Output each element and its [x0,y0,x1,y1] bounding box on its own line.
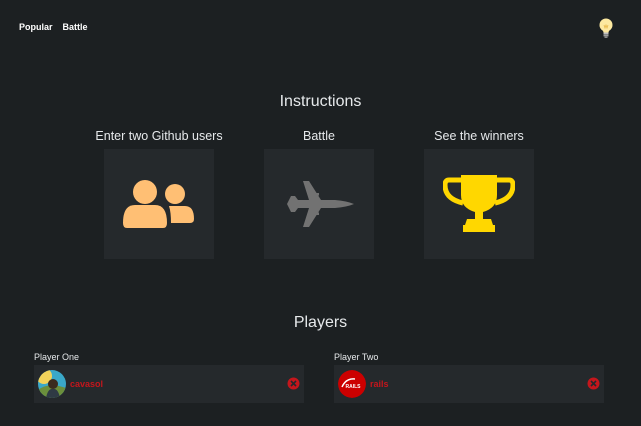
lightbulb-icon[interactable] [597,17,615,39]
player-two-panel: Player Two RAILS rails [334,352,604,403]
nav-popular-link[interactable]: Popular [19,22,53,32]
player-two-avatar: RAILS [338,370,366,398]
player-two-username-link[interactable]: rails [370,379,389,389]
close-circle-icon[interactable] [287,377,300,390]
step-label: Battle [303,129,335,143]
player-one-panel: Player One cavasol [34,352,304,403]
step-battle: Battle [239,129,399,259]
step-card [104,149,214,259]
player-one-label: Player One [34,352,80,362]
rails-logo-text: RAILS [346,384,362,390]
player-one-avatar [38,370,66,398]
step-label: See the winners [434,129,524,143]
players-title: Players [293,314,348,331]
users-icon [123,180,194,228]
nav-battle-link[interactable]: Battle [63,22,88,32]
player-two-label: Player Two [334,352,379,362]
player-two-card: RAILS rails [334,365,604,403]
step-enter-users: Enter two Github users [79,129,239,259]
instructions-title: Instructions [279,93,362,110]
top-nav: Popular Battle [19,22,88,32]
close-circle-icon[interactable] [587,377,600,390]
step-label: Enter two Github users [95,129,223,143]
player-one-username-link[interactable]: cavasol [70,379,103,389]
step-card [264,149,374,259]
trophy-icon [443,175,515,232]
step-see-winners: See the winners [399,129,559,259]
step-card [424,149,534,259]
battle-page: Popular Battle Instructions Enter two Gi… [0,0,641,426]
player-one-card: cavasol [34,365,304,403]
fighter-jet-icon [287,181,354,227]
